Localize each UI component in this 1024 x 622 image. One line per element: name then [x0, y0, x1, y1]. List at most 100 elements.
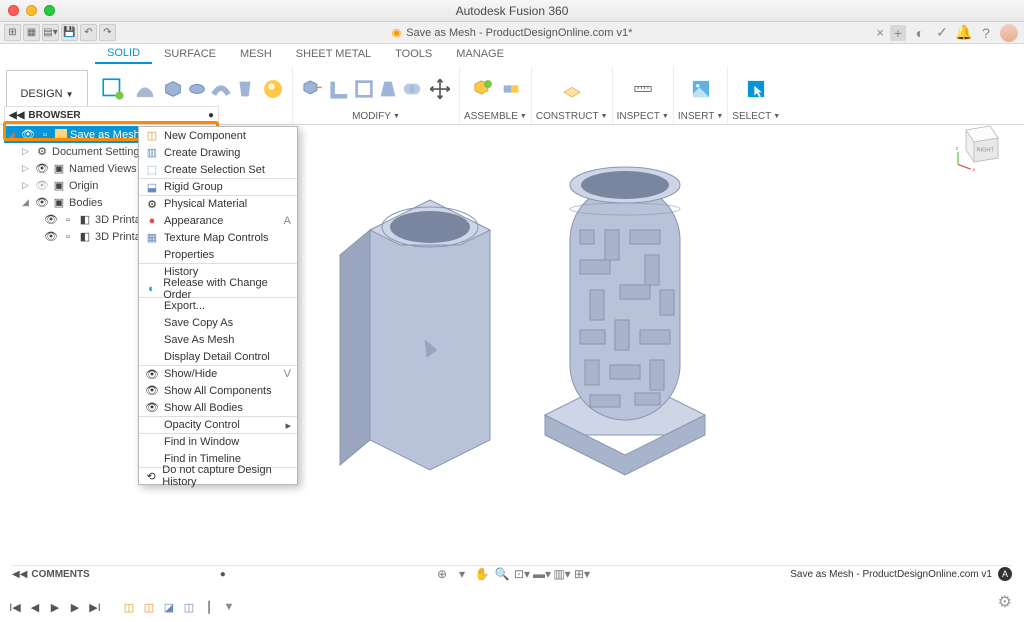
- ribbon-group-inspect: INSPECT▼: [613, 66, 674, 124]
- sketch-tool-icon[interactable]: [98, 74, 128, 104]
- tab-title: Save as Mesh - ProductDesignOnline.com v…: [406, 27, 632, 39]
- save-button[interactable]: 💾: [61, 24, 78, 41]
- ribbon-tab-surface[interactable]: SURFACE: [152, 45, 228, 63]
- menu-find-window[interactable]: Find in Window: [139, 433, 297, 450]
- viewcube[interactable]: RIGHT z x: [950, 118, 1006, 174]
- help-icon[interactable]: ?: [978, 25, 994, 41]
- menu-save-copy-as[interactable]: Save Copy As: [139, 314, 297, 331]
- measure-icon[interactable]: [628, 74, 658, 104]
- user-avatar[interactable]: [1000, 24, 1018, 42]
- svg-text:x: x: [972, 168, 975, 174]
- new-tab-button[interactable]: +: [890, 25, 906, 41]
- display-settings-icon[interactable]: ▥▾: [554, 566, 570, 582]
- app-grid-button[interactable]: ⊞: [4, 24, 21, 41]
- timeline-end-button[interactable]: ▶I: [88, 600, 102, 614]
- redo-button[interactable]: ↷: [99, 24, 116, 41]
- comments-label[interactable]: COMMENTS: [31, 569, 89, 580]
- grid-settings-icon[interactable]: ⊞▾: [574, 566, 590, 582]
- job-status-icon[interactable]: ✓: [934, 25, 950, 41]
- inspect-label[interactable]: INSPECT: [617, 111, 660, 122]
- ribbon-tab-mesh[interactable]: MESH: [228, 45, 284, 63]
- timeline-feature-icon[interactable]: ◫: [122, 600, 136, 614]
- new-component-icon[interactable]: [468, 74, 498, 104]
- timeline-prev-button[interactable]: ◀: [28, 600, 42, 614]
- document-tab[interactable]: ◉ Save as Mesh - ProductDesignOnline.com…: [392, 26, 633, 39]
- settings-gear-icon[interactable]: ⚙: [998, 592, 1012, 612]
- ribbon-tab-sheetmetal[interactable]: SHEET METAL: [284, 45, 383, 63]
- timeline-feature-icon[interactable]: ◫: [182, 600, 196, 614]
- timeline-feature-icon[interactable]: ◫: [142, 600, 156, 614]
- zoom-icon[interactable]: 🔍: [494, 566, 510, 582]
- timeline-feature-icon[interactable]: ◪: [162, 600, 176, 614]
- svg-text:RIGHT: RIGHT: [976, 148, 994, 154]
- press-pull-icon[interactable]: [297, 74, 327, 104]
- ribbon-tab-solid[interactable]: SOLID: [95, 44, 152, 64]
- menu-new-component[interactable]: ◫New Component: [139, 127, 297, 144]
- loft-icon[interactable]: [234, 78, 256, 100]
- timeline-start-button[interactable]: I◀: [8, 600, 22, 614]
- menu-release[interactable]: ◐Release with Change Order: [139, 280, 297, 297]
- timeline-play-button[interactable]: ▶: [48, 600, 62, 614]
- combine-icon[interactable]: [401, 78, 423, 100]
- autodesk-badge-icon[interactable]: A: [998, 567, 1012, 581]
- emboss-icon[interactable]: [258, 74, 288, 104]
- shell-icon[interactable]: [353, 78, 375, 100]
- menu-properties[interactable]: Properties: [139, 246, 297, 263]
- fillet-icon[interactable]: [329, 78, 351, 100]
- footer-document-name: Save as Mesh - ProductDesignOnline.com v…: [790, 569, 992, 580]
- revolve-icon[interactable]: [186, 78, 208, 100]
- menu-display-detail[interactable]: Display Detail Control: [139, 348, 297, 365]
- assemble-label[interactable]: ASSEMBLE: [464, 111, 518, 122]
- construct-label[interactable]: CONSTRUCT: [536, 111, 599, 122]
- select-label[interactable]: SELECT: [732, 111, 771, 122]
- look-icon[interactable]: ▾: [454, 566, 470, 582]
- ribbon-group-select: SELECT▼: [728, 66, 784, 124]
- browser-header[interactable]: ◀◀BROWSER ●: [4, 106, 219, 124]
- timeline-marker-icon[interactable]: ▼: [222, 600, 236, 614]
- insert-label[interactable]: INSERT: [678, 111, 715, 122]
- joint-icon[interactable]: [500, 78, 522, 100]
- menu-rigid-group[interactable]: ⬓Rigid Group: [139, 178, 297, 195]
- menu-save-as-mesh[interactable]: Save As Mesh: [139, 331, 297, 348]
- viewport-3d-model[interactable]: [310, 135, 730, 555]
- ribbon-tab-tools[interactable]: TOOLS: [383, 45, 444, 63]
- construct-plane-icon[interactable]: [557, 74, 587, 104]
- navigation-bar: ⊕ ▾ ✋ 🔍 ⊡▾ ▬▾ ▥▾ ⊞▾: [434, 566, 590, 582]
- timeline-feature-icon[interactable]: ┃: [202, 600, 216, 614]
- menu-show-all-bodies[interactable]: 👁Show All Bodies: [139, 399, 297, 416]
- move-icon[interactable]: [425, 74, 455, 104]
- extensions-icon[interactable]: ◐: [912, 25, 928, 41]
- tab-close-button[interactable]: ×: [876, 25, 884, 40]
- draft-icon[interactable]: [377, 78, 399, 100]
- data-panel-button[interactable]: ▦: [23, 24, 40, 41]
- ribbon-tab-manage[interactable]: MANAGE: [444, 45, 516, 63]
- menu-opacity-control[interactable]: Opacity Control▸: [139, 416, 297, 433]
- notifications-icon[interactable]: 🔔: [956, 25, 972, 41]
- window-minimize-button[interactable]: [26, 5, 37, 16]
- ribbon-group-construct: CONSTRUCT▼: [532, 66, 613, 124]
- menu-create-selection-set[interactable]: ⬚Create Selection Set: [139, 161, 297, 178]
- menu-texture-map[interactable]: ▦Texture Map Controls: [139, 229, 297, 246]
- zoom-window-icon[interactable]: ⊡▾: [514, 566, 530, 582]
- window-close-button[interactable]: [8, 5, 19, 16]
- window-zoom-button[interactable]: [44, 5, 55, 16]
- file-menu-button[interactable]: ▤▾: [42, 24, 59, 41]
- menu-no-capture-history[interactable]: ⟲Do not capture Design History: [139, 467, 297, 484]
- create-form-icon[interactable]: [130, 74, 160, 104]
- comments-toggle[interactable]: ◀◀: [12, 569, 27, 580]
- menu-physical-material[interactable]: ⚙Physical Material: [139, 195, 297, 212]
- menu-show-all-components[interactable]: 👁Show All Components: [139, 382, 297, 399]
- insert-icon[interactable]: [686, 74, 716, 104]
- extrude-icon[interactable]: [162, 78, 184, 100]
- menu-appearance[interactable]: ●AppearanceA: [139, 212, 297, 229]
- pan-icon[interactable]: ✋: [474, 566, 490, 582]
- modify-label[interactable]: MODIFY: [352, 111, 391, 122]
- select-icon[interactable]: [741, 74, 771, 104]
- orbit-icon[interactable]: ⊕: [434, 566, 450, 582]
- timeline-next-button[interactable]: ▶: [68, 600, 82, 614]
- sweep-icon[interactable]: [210, 78, 232, 100]
- menu-show-hide[interactable]: 👁Show/HideV: [139, 365, 297, 382]
- undo-button[interactable]: ↶: [80, 24, 97, 41]
- menu-create-drawing[interactable]: ▥Create Drawing: [139, 144, 297, 161]
- fit-icon[interactable]: ▬▾: [534, 566, 550, 582]
